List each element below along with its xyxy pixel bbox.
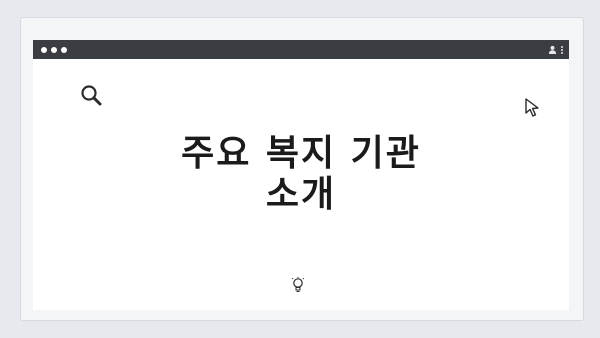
user-icon[interactable] bbox=[548, 45, 557, 54]
window-titlebar bbox=[33, 40, 569, 59]
lightbulb-icon bbox=[291, 277, 305, 292]
slide-title: 주요 복지 기관 소개 bbox=[33, 133, 569, 215]
titlebar-actions bbox=[548, 45, 563, 54]
search-icon bbox=[81, 85, 102, 106]
slide-content: 주요 복지 기관 소개 bbox=[33, 59, 569, 310]
close-dot[interactable] bbox=[41, 46, 47, 53]
maximize-dot[interactable] bbox=[61, 46, 67, 53]
minimize-dot[interactable] bbox=[51, 46, 57, 53]
slide-title-line2: 소개 bbox=[265, 174, 337, 215]
cursor-icon bbox=[525, 98, 539, 117]
kebab-menu-icon[interactable] bbox=[561, 45, 563, 54]
window-controls bbox=[41, 46, 67, 53]
slide-title-line1: 주요 복지 기관 bbox=[181, 133, 421, 174]
browser-window: 주요 복지 기관 소개 bbox=[33, 40, 569, 310]
